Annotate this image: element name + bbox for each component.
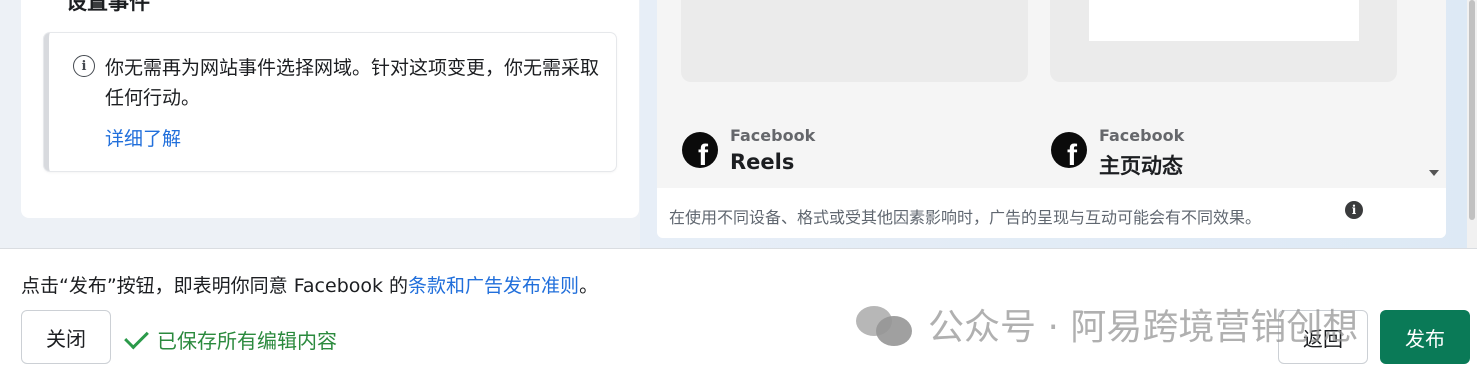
- learn-more-link[interactable]: 详细了解: [105, 124, 181, 151]
- facebook-logo-icon: f: [682, 132, 718, 168]
- placement-platform: Facebook: [1099, 126, 1185, 145]
- page-scrollbar[interactable]: [1467, 0, 1477, 248]
- back-button[interactable]: 返回: [1278, 310, 1368, 364]
- info-icon[interactable]: i: [1345, 201, 1363, 219]
- scroll-down-caret-icon[interactable]: [1429, 170, 1439, 176]
- terms-prefix: 点击“发布”按钮，即表明你同意 Facebook 的: [21, 275, 409, 297]
- facebook-logo-icon: f: [1051, 132, 1087, 168]
- terms-suffix: 。: [579, 275, 599, 297]
- placement-platform: Facebook: [730, 126, 816, 145]
- domain-notice: i 你无需再为网站事件选择网域。针对这项变更，你无需采取任何行动。 详细了解: [44, 33, 616, 171]
- preview-disclaimer: 在使用不同设备、格式或受其他因素影响时，广告的呈现与互动可能会有不同效果。: [669, 208, 1262, 227]
- saved-status-text: 已保存所有编辑内容: [157, 329, 337, 353]
- preview-image: [1089, 0, 1359, 41]
- publish-button[interactable]: 发布: [1380, 310, 1470, 364]
- section-title: 设置事件: [66, 0, 150, 14]
- saved-status: 已保存所有编辑内容: [124, 324, 337, 354]
- check-icon: [124, 324, 149, 349]
- scrollbar-thumb[interactable]: [1469, 0, 1475, 220]
- placement-name: 主页动态: [1099, 154, 1183, 178]
- preview-thumbnail-feed[interactable]: [1050, 0, 1397, 82]
- notice-text: 你无需再为网站事件选择网域。针对这项变更，你无需采取任何行动。: [105, 57, 600, 109]
- info-icon: i: [73, 55, 95, 77]
- editor-upper-area: 设置事件 i 你无需再为网站事件选择网域。针对这项变更，你无需采取任何行动。 详…: [0, 0, 1477, 248]
- terms-link[interactable]: 条款和广告发布准则: [408, 275, 579, 297]
- wechat-icon: [856, 302, 916, 346]
- ad-preview-panel: f Facebook Reels f Facebook 主页动态 在使用不同设备…: [657, 0, 1446, 238]
- placement-name: Reels: [730, 150, 795, 174]
- disclaimer-bar: 在使用不同设备、格式或受其他因素影响时，广告的呈现与互动可能会有不同效果。 i: [657, 188, 1446, 238]
- terms-statement: 点击“发布”按钮，即表明你同意 Facebook 的条款和广告发布准则。: [21, 271, 598, 298]
- preview-thumbnail-reels[interactable]: [681, 0, 1028, 82]
- footer: 点击“发布”按钮，即表明你同意 Facebook 的条款和广告发布准则。 关闭 …: [0, 249, 1477, 385]
- close-button[interactable]: 关闭: [21, 310, 111, 364]
